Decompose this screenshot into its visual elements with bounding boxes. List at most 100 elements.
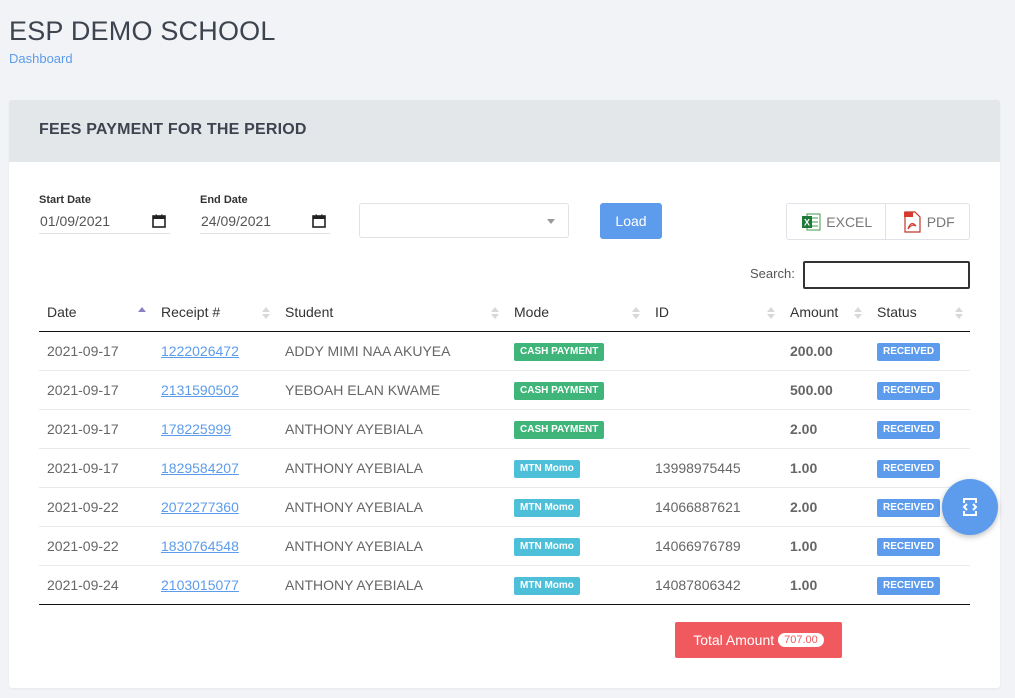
- calendar-icon[interactable]: [312, 214, 326, 228]
- start-date-label: Start Date: [39, 194, 91, 206]
- cell-mode: MTN Momo: [506, 448, 647, 488]
- cell-id: [647, 331, 782, 371]
- sort-ascending-icon: [138, 307, 146, 312]
- table-body: 2021-09-17 1222026472 ADDY MIMI NAA AKUYEA…: [39, 331, 970, 605]
- cell-student: ANTHONY AYEBIALA: [277, 526, 506, 566]
- column-header-receipt[interactable]: Receipt #: [153, 293, 277, 332]
- floating-action-button[interactable]: [942, 479, 998, 535]
- column-header-label: Amount: [790, 304, 839, 320]
- cell-receipt: 2103015077: [153, 565, 277, 605]
- status-badge: RECEIVED: [877, 460, 941, 478]
- cell-student: ANTHONY AYEBIALA: [277, 409, 506, 449]
- pdf-icon: [903, 210, 921, 233]
- payments-table: Date Receipt # Student Mode ID Amount St…: [39, 293, 970, 605]
- receipt-link[interactable]: 1830764548: [161, 538, 239, 554]
- cell-amount: 1.00: [782, 448, 869, 488]
- table-row: 2021-09-17 1829584207 ANTHONY AYEBIALA MTN …: [39, 448, 970, 488]
- column-header-label: ID: [655, 304, 669, 320]
- cell-receipt: 1830764548: [153, 526, 277, 566]
- cell-date: 2021-09-22: [39, 526, 153, 566]
- search-input[interactable]: [803, 261, 970, 289]
- cell-mode: CASH PAYMENT: [506, 370, 647, 410]
- table-row: 2021-09-17 2131590502 YEBOAH ELAN KWAME CAS…: [39, 370, 970, 410]
- column-header-student[interactable]: Student: [277, 293, 506, 332]
- end-date-value: 24/09/2021: [201, 212, 272, 229]
- cell-amount: 1.00: [782, 565, 869, 605]
- total-amount-label: Total Amount: [693, 632, 775, 648]
- excel-export-button[interactable]: X EXCEL: [787, 204, 887, 239]
- mode-badge: MTN Momo: [514, 460, 580, 478]
- table-row: 2021-09-22 2072277360 ANTHONY AYEBIALA MTN …: [39, 487, 970, 527]
- filter-select[interactable]: [359, 203, 569, 238]
- cell-receipt: 178225999: [153, 409, 277, 449]
- end-date-input[interactable]: 24/09/2021: [200, 208, 330, 234]
- column-header-status[interactable]: Status: [869, 293, 970, 332]
- cell-status: RECEIVED: [869, 448, 970, 488]
- cell-id: 14087806342: [647, 565, 782, 605]
- mode-badge: CASH PAYMENT: [514, 343, 605, 361]
- receipt-link[interactable]: 1829584207: [161, 460, 239, 476]
- mode-badge: MTN Momo: [514, 538, 580, 556]
- column-header-amount[interactable]: Amount: [782, 293, 869, 332]
- cell-id: 14066976789: [647, 526, 782, 566]
- status-badge: RECEIVED: [877, 382, 941, 400]
- code-scan-icon: [962, 498, 978, 516]
- breadcrumb-dashboard[interactable]: Dashboard: [9, 51, 73, 66]
- cell-date: 2021-09-22: [39, 487, 153, 527]
- cell-student: ADDY MIMI NAA AKUYEA: [277, 331, 506, 371]
- cell-id: [647, 370, 782, 410]
- search-label: Search:: [750, 266, 795, 281]
- cell-amount: 200.00: [782, 331, 869, 371]
- column-header-label: Student: [285, 304, 334, 320]
- cell-receipt: 2131590502: [153, 370, 277, 410]
- start-date-value: 01/09/2021: [40, 212, 111, 229]
- column-header-mode[interactable]: Mode: [506, 293, 647, 332]
- table-row: 2021-09-24 2103015077 ANTHONY AYEBIALA MTN …: [39, 565, 970, 605]
- cell-student: YEBOAH ELAN KWAME: [277, 370, 506, 410]
- end-date-label: End Date: [200, 194, 248, 206]
- cell-id: [647, 409, 782, 449]
- status-badge: RECEIVED: [877, 499, 941, 517]
- column-header-date[interactable]: Date: [39, 293, 153, 332]
- cell-status: RECEIVED: [869, 370, 970, 410]
- receipt-link[interactable]: 2072277360: [161, 499, 239, 515]
- sort-icon: [767, 307, 775, 319]
- cell-amount: 500.00: [782, 370, 869, 410]
- total-amount-value: 707.00: [778, 633, 824, 647]
- pdf-export-button[interactable]: PDF: [886, 204, 969, 239]
- status-badge: RECEIVED: [877, 538, 941, 556]
- receipt-link[interactable]: 1222026472: [161, 343, 239, 359]
- cell-date: 2021-09-24: [39, 565, 153, 605]
- cell-student: ANTHONY AYEBIALA: [277, 565, 506, 605]
- cell-amount: 2.00: [782, 409, 869, 449]
- receipt-link[interactable]: 2103015077: [161, 577, 239, 593]
- load-button[interactable]: Load: [600, 203, 662, 239]
- cell-status: RECEIVED: [869, 409, 970, 449]
- excel-label: EXCEL: [826, 213, 873, 230]
- cell-mode: MTN Momo: [506, 565, 647, 605]
- table-row: 2021-09-22 1830764548 ANTHONY AYEBIALA MTN …: [39, 526, 970, 566]
- cell-amount: 1.00: [782, 526, 869, 566]
- sort-icon: [955, 307, 963, 319]
- total-amount-button[interactable]: Total Amount 707.00: [675, 622, 842, 658]
- column-header-label: Receipt #: [161, 304, 221, 320]
- cell-mode: MTN Momo: [506, 487, 647, 527]
- cell-mode: MTN Momo: [506, 526, 647, 566]
- status-badge: RECEIVED: [877, 421, 941, 439]
- start-date-input[interactable]: 01/09/2021: [39, 208, 170, 234]
- cell-receipt: 2072277360: [153, 487, 277, 527]
- fees-payment-card: FEES PAYMENT FOR THE PERIOD Start Date 0…: [9, 100, 1000, 688]
- cell-mode: CASH PAYMENT: [506, 409, 647, 449]
- table-row: 2021-09-17 178225999 ANTHONY AYEBIALA CASH …: [39, 409, 970, 449]
- mode-badge: MTN Momo: [514, 499, 580, 517]
- calendar-icon[interactable]: [152, 214, 166, 228]
- receipt-link[interactable]: 178225999: [161, 421, 231, 437]
- cell-status: RECEIVED: [869, 331, 970, 371]
- mode-badge: CASH PAYMENT: [514, 421, 605, 439]
- cell-mode: CASH PAYMENT: [506, 331, 647, 371]
- column-header-id[interactable]: ID: [647, 293, 782, 332]
- status-badge: RECEIVED: [877, 343, 941, 361]
- receipt-link[interactable]: 2131590502: [161, 382, 239, 398]
- cell-date: 2021-09-17: [39, 409, 153, 449]
- cell-date: 2021-09-17: [39, 370, 153, 410]
